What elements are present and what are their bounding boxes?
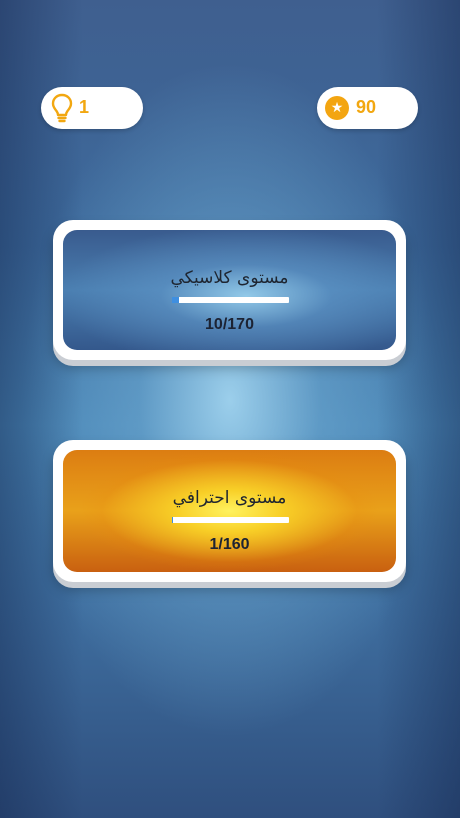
coins-counter[interactable]: ★ 90 (317, 87, 418, 129)
star-coin-icon: ★ (325, 96, 349, 120)
pro-level-progress-fill (172, 517, 173, 523)
classic-level-count: 10/170 (205, 316, 254, 333)
pro-level-panel: مستوى احترافي 1/160 (63, 450, 396, 572)
pro-level-progress-bar (172, 517, 289, 523)
pro-level-count: 1/160 (209, 536, 250, 553)
classic-level-title: مستوى كلاسيكي (170, 268, 289, 288)
hints-count: 1 (79, 97, 90, 117)
classic-level-progress-fill (172, 297, 179, 303)
pro-level-title: مستوى احترافي (172, 488, 287, 508)
pro-level-card[interactable]: مستوى احترافي 1/160 (53, 440, 406, 582)
hints-counter[interactable]: 1 (41, 87, 143, 129)
lightbulb-icon (51, 93, 73, 123)
classic-level-panel: مستوى كلاسيكي 10/170 (63, 230, 396, 350)
classic-level-card[interactable]: مستوى كلاسيكي 10/170 (53, 220, 406, 360)
coins-count: 90 (356, 97, 377, 117)
classic-level-progress-bar (172, 297, 289, 303)
